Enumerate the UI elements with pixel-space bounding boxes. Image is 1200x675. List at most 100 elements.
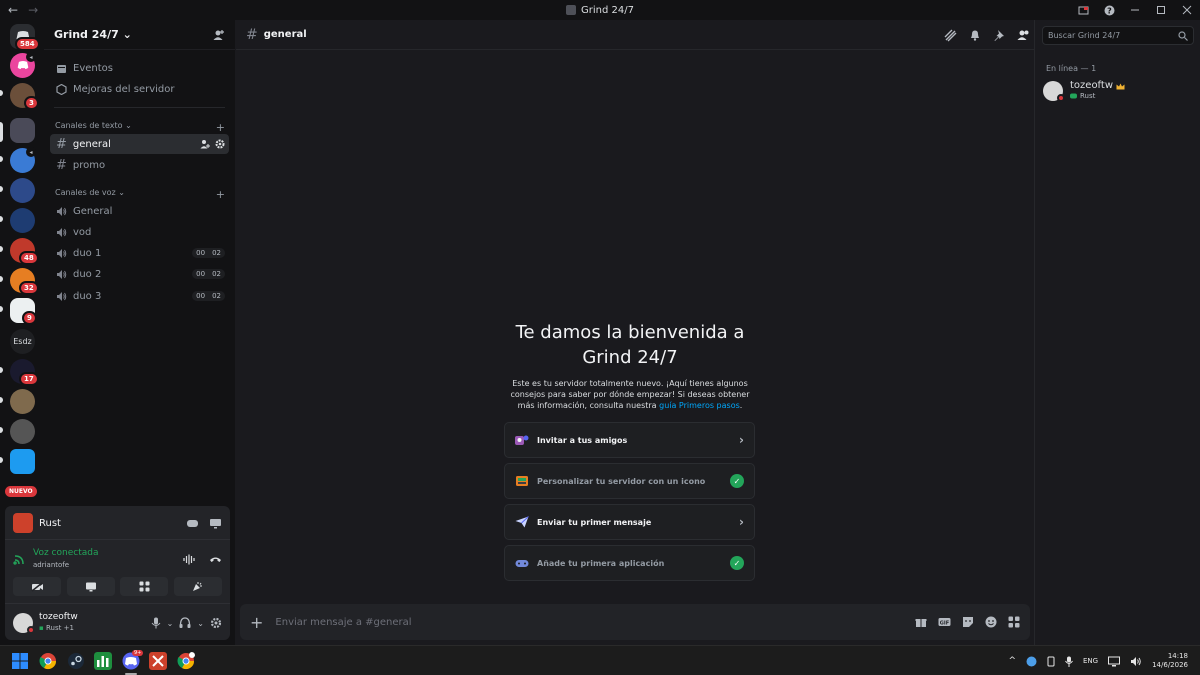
activities-icon [139, 581, 150, 592]
unread-indicator [0, 246, 3, 252]
unread-indicator [0, 156, 3, 162]
gift-icon[interactable] [915, 616, 927, 628]
message-input[interactable]: Enviar mensaje a #general [275, 617, 903, 628]
text-category[interactable]: Canales de texto ⌄ + [55, 121, 225, 134]
channel-general[interactable]: # general [50, 134, 229, 154]
rust-icon[interactable] [149, 652, 167, 670]
usb-icon[interactable] [1047, 656, 1055, 667]
add-channel-icon[interactable]: + [216, 188, 225, 201]
chevron-down-icon[interactable]: ⌄ [197, 619, 204, 628]
paper-plane-icon [515, 516, 529, 528]
account-row[interactable]: tozeoftw ▪ Rust +1 ⌄ ⌄ [5, 610, 230, 636]
windows-start-icon[interactable] [11, 652, 29, 670]
server-name: Grind 24/7 [54, 28, 119, 41]
pin-icon[interactable] [993, 29, 1005, 41]
boost-icon [56, 83, 67, 95]
share-screen-button[interactable] [66, 577, 115, 596]
events-item[interactable]: Eventos [50, 58, 229, 78]
network-icon[interactable] [1108, 656, 1121, 667]
card-label: Invitar a tus amigos [537, 435, 628, 445]
events-label: Eventos [73, 62, 113, 74]
unread-badge: 48 [19, 251, 39, 265]
stats-app-icon[interactable] [94, 652, 112, 670]
user-count-current: 00 [196, 292, 206, 300]
controller-icon[interactable] [186, 518, 199, 529]
chat-header: # general [236, 20, 1034, 50]
search-icon [1178, 30, 1188, 41]
member-list-icon[interactable] [1017, 29, 1030, 41]
gear-icon[interactable] [215, 139, 225, 149]
screen-share-icon[interactable] [209, 518, 222, 529]
steam-icon[interactable] [67, 652, 85, 670]
voice-channel-duo-1[interactable]: duo 1 00 02 [50, 243, 229, 263]
add-channel-icon[interactable]: + [216, 121, 225, 134]
soundboard-icon [193, 582, 203, 591]
server-grind[interactable] [10, 118, 35, 143]
apps-icon[interactable] [1008, 616, 1020, 628]
close-icon[interactable] [1174, 0, 1200, 20]
add-attachment-icon[interactable]: + [250, 613, 263, 632]
voice-category-label: Canales de voz [55, 188, 116, 197]
microphone-tray-icon[interactable] [1065, 656, 1073, 667]
help-icon[interactable]: ? [1096, 0, 1122, 20]
gif-icon[interactable]: GIF [938, 616, 951, 628]
channel-label: General [73, 205, 113, 217]
noise-suppression-icon[interactable] [183, 554, 195, 565]
minimize-icon[interactable] [1122, 0, 1148, 20]
chevron-up-icon[interactable]: ^ [1008, 656, 1016, 666]
maximize-icon[interactable] [1148, 0, 1174, 20]
server-avatar-11[interactable] [10, 449, 35, 474]
soundboard-button[interactable] [173, 577, 222, 596]
disconnect-icon[interactable] [209, 554, 222, 565]
invite-friends-icon [515, 435, 529, 445]
steam-tray-icon[interactable] [1026, 656, 1037, 667]
sticker-icon[interactable] [962, 616, 974, 628]
chrome-profile-icon[interactable] [177, 652, 195, 670]
chevron-down-icon[interactable]: ⌄ [167, 619, 174, 628]
voice-channel-duo-2[interactable]: duo 2 00 02 [50, 264, 229, 284]
headphones-icon[interactable] [179, 617, 191, 629]
chevron-right-icon: › [739, 433, 744, 447]
search-input[interactable]: Buscar Grind 24/7 [1042, 26, 1194, 45]
channel-promo[interactable]: # promo [50, 155, 229, 175]
inbox-icon[interactable] [1070, 0, 1096, 20]
emoji-icon[interactable] [985, 616, 997, 628]
server-esdz-label: Esdz [13, 337, 32, 346]
threads-icon[interactable] [944, 29, 957, 42]
server-avatar-10[interactable] [10, 419, 35, 444]
server-esdz[interactable]: Esdz [10, 329, 35, 354]
language-indicator[interactable]: ENG [1083, 657, 1098, 665]
invite-friends-card[interactable]: Invitar a tus amigos › [504, 422, 755, 458]
status-dot [27, 626, 35, 634]
bell-icon[interactable] [969, 29, 981, 41]
invite-icon[interactable] [200, 139, 210, 149]
server-name-dropdown[interactable]: Grind 24/7 ⌄ [54, 28, 132, 41]
chrome-icon[interactable] [39, 652, 57, 670]
voice-category[interactable]: Canales de voz ⌄ + [55, 188, 225, 201]
server-avatar-3[interactable] [10, 178, 35, 203]
voice-channel-duo-3[interactable]: duo 3 00 02 [50, 286, 229, 306]
invite-icon[interactable] [213, 29, 225, 41]
server-avatar-9[interactable] [10, 389, 35, 414]
gear-icon[interactable] [210, 617, 222, 629]
boosts-item[interactable]: Mejoras del servidor [50, 79, 229, 99]
hash-icon: # [56, 136, 67, 152]
clock[interactable]: 14:18 14/6/2026 [1152, 652, 1188, 670]
customize-server-card[interactable]: Personalizar tu servidor con un icono ✓ [504, 463, 755, 499]
getting-started-link[interactable]: guía Primeros pasos [659, 401, 740, 410]
activities-button[interactable] [120, 577, 169, 596]
voice-status[interactable]: Voz conectada [33, 547, 98, 559]
voice-channel-vod[interactable]: vod [50, 222, 229, 242]
taskbar: 9+ ^ ENG 14:18 14/6/2026 [0, 645, 1200, 675]
microphone-icon[interactable] [151, 617, 161, 629]
channel-title: general [263, 29, 307, 40]
camera-off-button[interactable] [13, 577, 61, 596]
member-item[interactable]: tozeoftw Rust [1043, 79, 1192, 103]
add-app-card[interactable]: Añade tu primera aplicación ✓ [504, 545, 755, 581]
voice-channel-general[interactable]: General [50, 201, 229, 221]
send-first-message-card[interactable]: Enviar tu primer mensaje › [504, 504, 755, 540]
volume-icon[interactable] [1130, 656, 1142, 667]
server-avatar-4[interactable] [10, 208, 35, 233]
activity-row[interactable]: Rust [5, 512, 230, 534]
channel-label: general [72, 138, 111, 150]
